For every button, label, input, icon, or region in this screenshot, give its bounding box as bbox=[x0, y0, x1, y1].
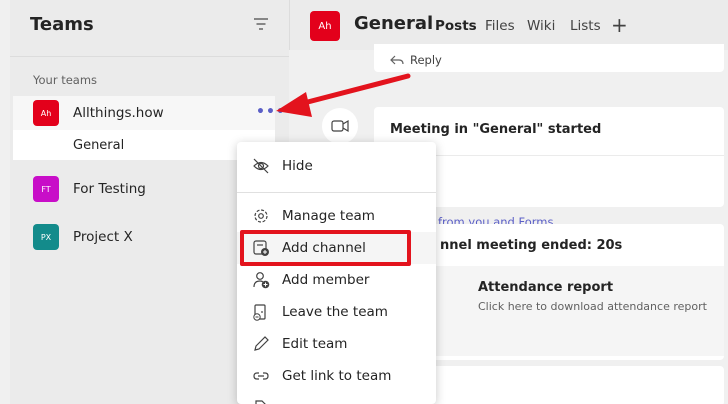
meeting-started-title: Meeting in "General" started bbox=[390, 122, 602, 137]
pencil-icon bbox=[254, 336, 269, 351]
add-channel-highlight bbox=[240, 230, 411, 266]
tab-wiki[interactable]: Wiki bbox=[527, 18, 555, 34]
tag-icon bbox=[255, 400, 266, 404]
leave-door-icon bbox=[253, 304, 266, 321]
menu-label: Hide bbox=[282, 158, 313, 174]
team-options-menu: Hide Manage team Add channel Add member bbox=[237, 142, 436, 404]
team-name: Project X bbox=[73, 229, 133, 245]
channel-title: General bbox=[354, 13, 434, 34]
attendance-subtitle: Click here to download attendance report bbox=[478, 300, 707, 313]
menu-label: Add member bbox=[282, 272, 370, 288]
menu-label: Leave the team bbox=[282, 304, 388, 320]
menu-label: Get link to team bbox=[282, 368, 392, 384]
team-item-for-testing[interactable]: FT For Testing bbox=[13, 172, 275, 206]
team-name: For Testing bbox=[73, 181, 146, 197]
tab-files[interactable]: Files bbox=[485, 18, 515, 34]
link-icon bbox=[253, 372, 269, 380]
menu-separator bbox=[237, 192, 436, 193]
add-person-icon bbox=[253, 272, 270, 289]
reply-icon bbox=[390, 55, 404, 65]
menu-item-hide[interactable]: Hide bbox=[237, 150, 436, 182]
channel-avatar: Ah bbox=[310, 11, 340, 41]
channel-name: General bbox=[73, 138, 125, 153]
meeting-icon-circle bbox=[322, 108, 358, 144]
team-name: Allthings.how bbox=[73, 105, 164, 121]
team-item-project-x[interactable]: PX Project X bbox=[13, 220, 275, 254]
meeting-ended-title: nnel meeting ended: 20s bbox=[440, 238, 623, 253]
channel-item-general[interactable]: General bbox=[13, 130, 275, 160]
menu-label: Manage team bbox=[282, 208, 375, 224]
your-teams-label: Your teams bbox=[33, 73, 98, 87]
menu-item-add-member[interactable]: Add member bbox=[237, 264, 436, 296]
menu-item-get-link[interactable]: Get link to team bbox=[237, 360, 436, 392]
tab-lists[interactable]: Lists bbox=[570, 18, 601, 34]
panel-divider bbox=[10, 56, 289, 57]
gear-icon bbox=[254, 209, 268, 223]
tab-posts[interactable]: Posts bbox=[435, 18, 477, 34]
attendance-title: Attendance report bbox=[478, 280, 614, 295]
filter-icon[interactable] bbox=[253, 17, 269, 31]
menu-item-leave-team[interactable]: Leave the team bbox=[237, 296, 436, 328]
attendance-report-card[interactable]: Attendance report Click here to download… bbox=[434, 266, 724, 356]
team-avatar: FT bbox=[33, 176, 59, 202]
eye-off-icon bbox=[253, 158, 269, 174]
reply-button[interactable]: Reply bbox=[410, 53, 442, 67]
menu-item-manage-team[interactable]: Manage team bbox=[237, 200, 436, 232]
menu-item-partial[interactable] bbox=[237, 392, 436, 404]
video-camera-icon bbox=[331, 119, 349, 133]
add-tab-icon[interactable]: + bbox=[611, 13, 628, 37]
team-item-allthings[interactable]: Ah Allthings.how ••• bbox=[13, 96, 285, 130]
team-avatar: PX bbox=[33, 224, 59, 250]
reply-card: Reply bbox=[374, 44, 724, 72]
channel-header: Ah General Posts Files Wiki Lists + bbox=[289, 0, 728, 50]
team-avatar: Ah bbox=[33, 100, 59, 126]
menu-label: Edit team bbox=[282, 336, 348, 352]
more-options-icon[interactable]: ••• bbox=[256, 104, 286, 120]
menu-item-edit-team[interactable]: Edit team bbox=[237, 328, 436, 360]
teams-title: Teams bbox=[30, 14, 94, 35]
